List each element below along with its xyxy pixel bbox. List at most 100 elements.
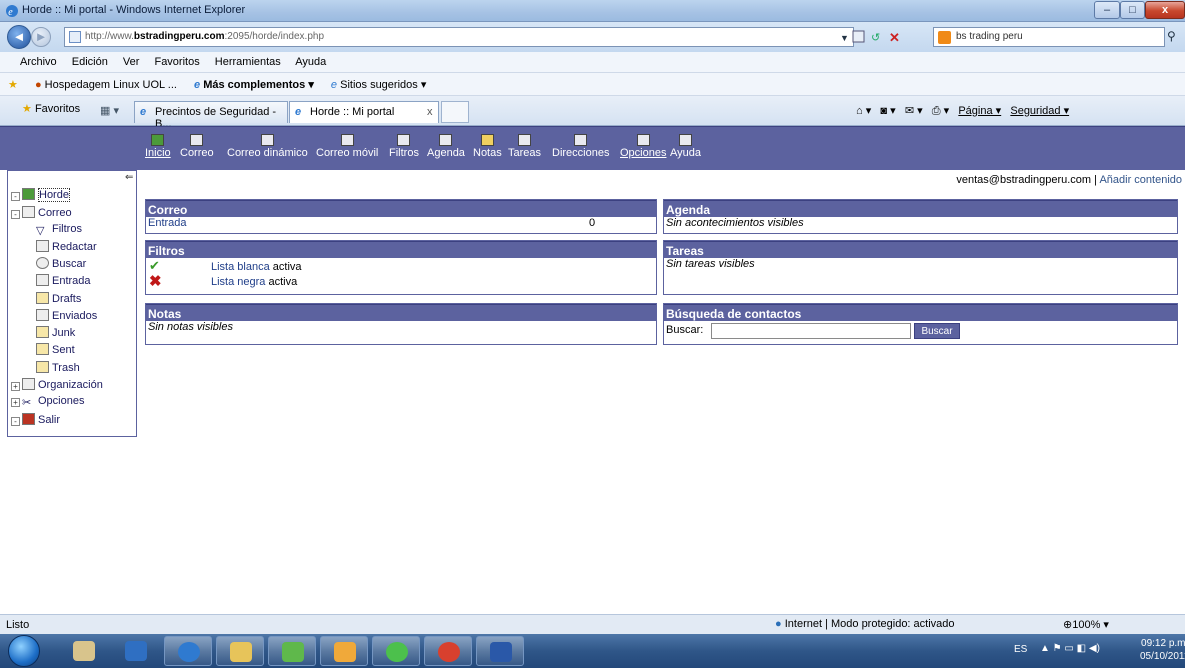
link-mas-complementos[interactable]: e Más complementos ▾ [194,79,314,91]
search-icon[interactable]: ⚲ [1167,29,1176,43]
link-sitios-sugeridos[interactable]: e Sitios sugeridos ▾ [331,79,426,91]
menu-favoritos[interactable]: Favoritos [154,56,199,68]
language-indicator[interactable]: ES [1014,644,1027,655]
taskbar-explorer[interactable] [216,636,264,666]
tree-salir[interactable]: - Salir [11,413,60,426]
search-label: Buscar: [666,324,704,336]
taskbar-chrome[interactable] [424,636,472,666]
inbox-count: 0 [589,217,596,229]
nav-ayuda[interactable]: Ayuda [670,134,701,159]
folder-icon [36,292,49,304]
block-filtros: Filtros ✔ Lista blanca activa ✖ Lista ne… [145,240,657,295]
favorites-button[interactable]: ★ Favoritos [22,102,80,115]
collapse-sidebar-icon[interactable]: ⇐ [125,172,133,183]
tray-icons[interactable]: ▲ ⚑ ▭ ◧ ◀) [1040,643,1100,654]
block-tareas: Tareas Sin tareas visibles [663,240,1178,295]
search-box[interactable]: bs trading peru [933,27,1165,47]
tab-precintos[interactable]: e Precintos de Seguridad - B... [134,101,288,130]
inbox-icon [36,274,49,286]
nav-notas[interactable]: Notas [473,134,502,159]
blacklist-link[interactable]: Lista negra [211,276,265,288]
window-title-bar[interactable]: e Horde :: Mi portal - Windows Internet … [0,0,1185,22]
back-button[interactable]: ◄ [7,25,31,49]
tree-enviados[interactable]: Enviados [36,309,97,322]
nav-agenda[interactable]: Agenda [427,134,465,159]
home-icon[interactable]: ⌂ ▾ [856,105,871,117]
url-host: bstradingperu.com [133,31,225,42]
nav-filtros[interactable]: Filtros [389,134,419,159]
tree-correo[interactable]: - Correo [11,206,72,219]
page-favicon-icon [69,31,81,43]
taskbar-ie[interactable] [164,636,212,666]
block-title: Búsqueda de contactos [664,304,1177,321]
menu-ver[interactable]: Ver [123,56,140,68]
security-menu[interactable]: Seguridad ▾ [1010,105,1069,117]
nav-direcciones[interactable]: Direcciones [552,134,609,159]
taskbar-app-7[interactable] [372,636,420,666]
menu-bar: Archivo Edición Ver Favoritos Herramient… [0,52,1185,73]
quick-tabs-icon[interactable]: ▦ ▾ [100,104,119,117]
separator: | [1094,174,1097,186]
globe-icon: ● [775,618,782,630]
nav-opciones[interactable]: Opciones [620,134,666,159]
taskbar-app-2[interactable] [112,636,160,666]
contact-search-input[interactable] [711,323,911,339]
status-text: Listo [6,619,30,631]
maximize-button[interactable]: □ [1120,1,1145,19]
menu-herramientas[interactable]: Herramientas [215,56,281,68]
tree-trash[interactable]: Trash [36,361,80,374]
svg-text:↺: ↺ [871,32,880,44]
forward-button[interactable]: ► [31,27,51,47]
tree-entrada[interactable]: Entrada [36,274,91,287]
print-icon[interactable]: ⎙ ▾ [932,105,949,117]
compose-icon [36,240,49,252]
tree-toggle: + [11,382,20,391]
tree-opciones[interactable]: + ✂ Opciones [11,395,84,409]
mail-icon[interactable]: ✉ ▾ [905,105,923,117]
nav-tareas[interactable]: Tareas [508,134,541,159]
tree-organizacion[interactable]: + Organización [11,378,103,391]
block-busqueda-contactos: Búsqueda de contactos Buscar: Buscar [663,303,1178,345]
tree-sent[interactable]: Sent [36,343,75,356]
menu-edicion[interactable]: Edición [72,56,108,68]
new-tab-button[interactable] [441,101,469,123]
menu-ayuda[interactable]: Ayuda [295,56,326,68]
agenda-empty: Sin acontecimientos visibles [666,217,804,229]
tree-redactar[interactable]: Redactar [36,240,97,253]
menu-archivo[interactable]: Archivo [20,56,57,68]
clock[interactable]: 09:12 p.m. 05/10/2011 [1140,637,1185,663]
nav-correo[interactable]: Correo [180,134,214,159]
tab-close-button[interactable]: x [427,106,433,118]
feeds-icon[interactable]: ◙ ▾ [880,105,895,117]
zoom-control[interactable]: ⊕100% ▾ [1063,618,1109,631]
tree-drafts[interactable]: Drafts [36,292,81,305]
tree-buscar[interactable]: Buscar [36,257,86,270]
tab-horde-portal[interactable]: e Horde :: Mi portal x [289,101,439,123]
nav-correo-dinamico[interactable]: Correo dinámico [227,134,308,159]
close-window-button[interactable]: x [1145,1,1185,19]
address-bar[interactable]: http://www.bstradingperu.com:2095/horde/… [64,27,854,47]
link-hospedagem[interactable]: ● Hospedagem Linux UOL ... [35,79,177,91]
url-prefix: http://www. [85,31,134,42]
taskbar-messenger[interactable] [268,636,316,666]
sent-icon [36,309,49,321]
search-box-value: bs trading peru [956,31,1023,42]
add-content-link[interactable]: Añadir contenido [1099,174,1182,186]
page-menu[interactable]: Página ▾ [958,105,1001,117]
nav-correo-movil[interactable]: Correo móvil [316,134,378,159]
minimize-button[interactable]: – [1094,1,1120,19]
notas-empty: Sin notas visibles [148,321,233,333]
tree-horde[interactable]: - Horde [11,188,70,202]
tree-junk[interactable]: Junk [36,326,75,339]
whitelist-link[interactable]: Lista blanca [211,261,270,273]
taskbar-app-6[interactable] [320,636,368,666]
nav-inicio[interactable]: Inicio [145,134,171,159]
cross-icon: ✖ [149,273,162,290]
start-button[interactable] [8,635,40,667]
contact-search-button[interactable]: Buscar [914,323,960,339]
taskbar-app-1[interactable] [60,636,108,666]
tree-filtros[interactable]: ▽ Filtros [36,223,82,237]
inbox-link[interactable]: Entrada [148,217,187,229]
security-zone[interactable]: ● Internet | Modo protegido: activado [775,618,955,630]
taskbar-word[interactable] [476,636,524,666]
